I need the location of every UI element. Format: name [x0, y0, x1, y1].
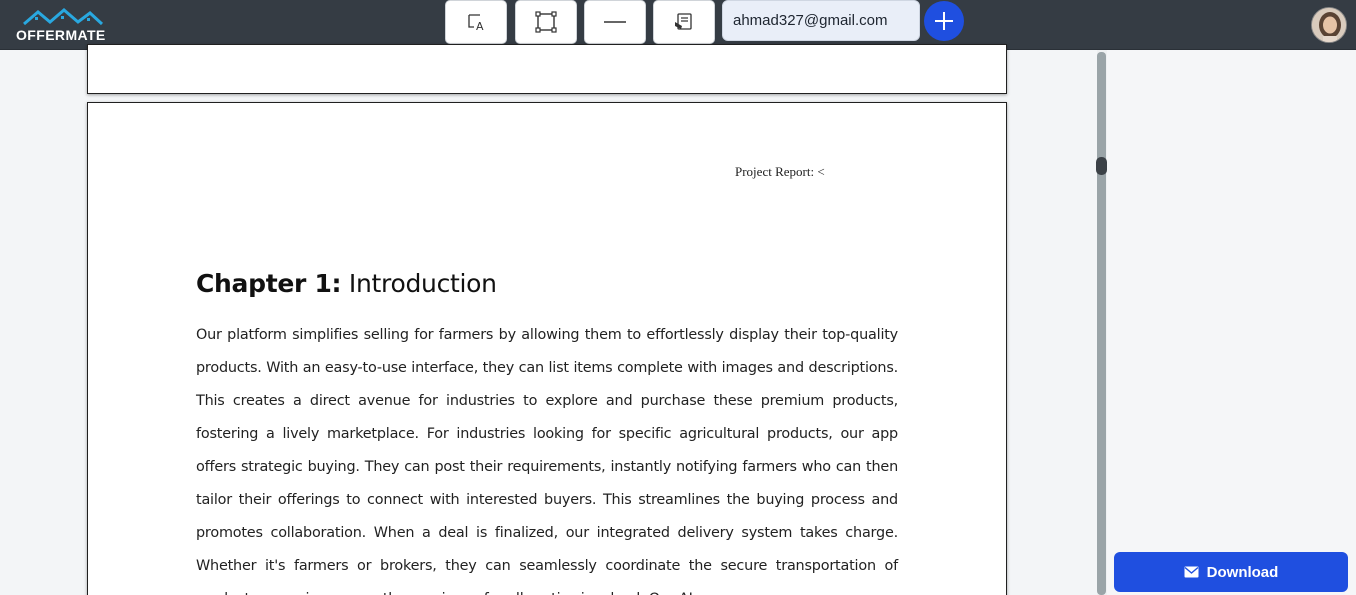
user-avatar[interactable]: [1311, 7, 1347, 43]
envelope-icon: [1184, 566, 1199, 578]
text-tool-button[interactable]: A: [445, 0, 507, 44]
brand-name: OFFERMATE: [16, 27, 106, 43]
scrollbar-thumb[interactable]: [1096, 157, 1107, 175]
document-page-previous: [87, 44, 1007, 94]
download-button[interactable]: Download: [1114, 552, 1348, 592]
signature-tool-button[interactable]: [653, 0, 715, 44]
right-panel: [1107, 50, 1356, 595]
text-box-icon: A: [468, 14, 484, 32]
plus-icon: [935, 12, 953, 30]
square-selection-icon: [535, 11, 557, 33]
signature-pad-icon: [675, 13, 692, 30]
vertical-scrollbar[interactable]: [1097, 52, 1106, 595]
chapter-body: Our platform simplifies selling for farm…: [196, 327, 898, 595]
svg-text:A: A: [476, 20, 484, 32]
chapter-label: Chapter 1:: [196, 269, 342, 298]
document-page[interactable]: Project Report: < Chapter 1: Introductio…: [87, 102, 1007, 595]
download-label: Download: [1206, 563, 1279, 581]
house-roof-icon: [23, 8, 104, 26]
chapter-heading: Chapter 1: Introduction: [196, 269, 497, 298]
logo[interactable]: OFFERMATE: [14, 8, 114, 44]
horizontal-line-icon: [604, 21, 626, 23]
top-bar: OFFERMATE A ahmad327@gmail.com: [0, 0, 1356, 50]
chapter-title: Introduction: [348, 269, 497, 298]
line-tool-button[interactable]: [584, 0, 646, 44]
user-photo-icon: [1312, 8, 1346, 42]
add-signer-button[interactable]: [924, 1, 964, 41]
page-header: Project Report: <: [735, 164, 825, 179]
rectangle-tool-button[interactable]: [515, 0, 577, 44]
signer-email-field[interactable]: ahmad327@gmail.com: [722, 0, 920, 41]
